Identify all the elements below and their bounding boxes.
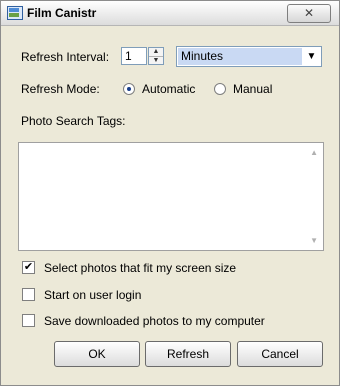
spin-up-icon[interactable]: ▲ <box>149 48 163 57</box>
interval-unit-select[interactable]: Minutes ▼ <box>176 46 322 67</box>
picture-icon <box>7 6 23 20</box>
ok-button[interactable]: OK <box>54 341 140 367</box>
title-bar: Film Canistr ✕ <box>1 1 339 26</box>
window-title: Film Canistr <box>27 6 97 20</box>
refresh-interval-spinner[interactable]: ▲ ▼ <box>148 47 164 65</box>
checkbox-save-photos-label[interactable]: Save downloaded photos to my computer <box>44 314 265 328</box>
close-button[interactable]: ✕ <box>287 4 331 23</box>
refresh-interval-input[interactable]: 1 <box>121 47 147 65</box>
checkbox-save-photos[interactable] <box>22 314 35 327</box>
scroll-down-icon[interactable]: ▼ <box>310 236 318 245</box>
radio-automatic[interactable] <box>123 83 135 95</box>
scroll-up-icon[interactable]: ▲ <box>310 148 318 157</box>
checkbox-fit-screen[interactable]: ✔ <box>22 261 35 274</box>
dialog-window: Film Canistr ✕ Refresh Interval: 1 ▲ ▼ M… <box>0 0 340 386</box>
photo-search-tags-label: Photo Search Tags: <box>21 114 126 128</box>
refresh-interval-label: Refresh Interval: <box>21 50 110 64</box>
refresh-button[interactable]: Refresh <box>145 341 231 367</box>
cancel-button[interactable]: Cancel <box>237 341 323 367</box>
radio-manual[interactable] <box>214 83 226 95</box>
radio-automatic-label[interactable]: Automatic <box>142 82 195 96</box>
refresh-mode-label: Refresh Mode: <box>21 82 100 96</box>
checkbox-start-on-login[interactable] <box>22 288 35 301</box>
interval-unit-value: Minutes <box>178 48 302 65</box>
radio-manual-label[interactable]: Manual <box>233 82 272 96</box>
spin-down-icon[interactable]: ▼ <box>149 57 163 65</box>
checkbox-start-on-login-label[interactable]: Start on user login <box>44 288 141 302</box>
photo-search-tags-textarea[interactable]: ▲ ▼ <box>18 142 324 251</box>
checkbox-fit-screen-label[interactable]: Select photos that fit my screen size <box>44 261 236 275</box>
chevron-down-icon[interactable]: ▼ <box>303 48 320 65</box>
